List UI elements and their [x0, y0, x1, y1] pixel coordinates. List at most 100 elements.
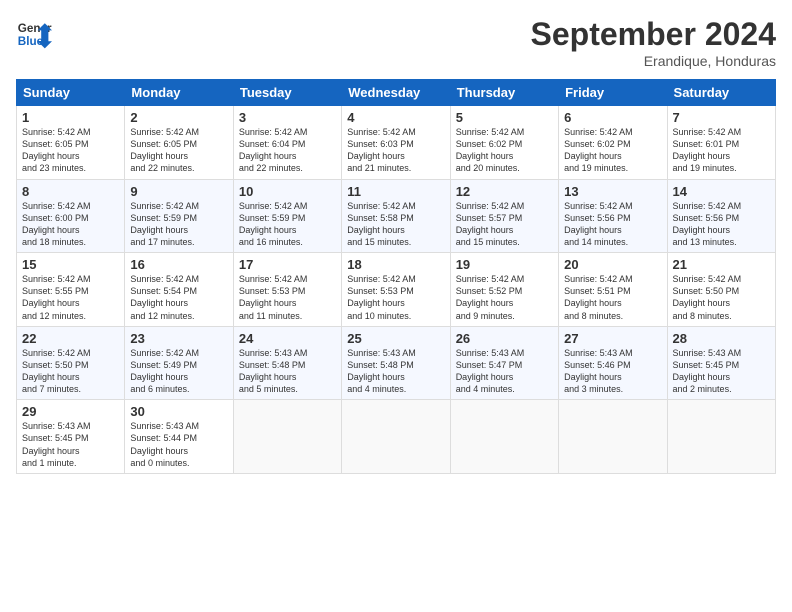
logo-icon: General Blue — [16, 16, 52, 52]
calendar-cell: 5 Sunrise: 5:42 AM Sunset: 6:02 PM Dayli… — [450, 106, 558, 180]
day-content: Sunrise: 5:43 AM Sunset: 5:48 PM Dayligh… — [239, 347, 336, 396]
day-content: Sunrise: 5:42 AM Sunset: 5:55 PM Dayligh… — [22, 273, 119, 322]
calendar-header: Sunday Monday Tuesday Wednesday Thursday… — [17, 80, 776, 106]
day-number: 8 — [22, 184, 119, 199]
calendar-cell: 16 Sunrise: 5:42 AM Sunset: 5:54 PM Dayl… — [125, 253, 233, 327]
month-title: September 2024 — [531, 16, 776, 53]
calendar-cell: 4 Sunrise: 5:42 AM Sunset: 6:03 PM Dayli… — [342, 106, 450, 180]
calendar-cell: 26 Sunrise: 5:43 AM Sunset: 5:47 PM Dayl… — [450, 326, 558, 400]
calendar-cell: 9 Sunrise: 5:42 AM Sunset: 5:59 PM Dayli… — [125, 179, 233, 253]
day-content: Sunrise: 5:42 AM Sunset: 6:00 PM Dayligh… — [22, 200, 119, 249]
day-number: 25 — [347, 331, 444, 346]
calendar-cell: 12 Sunrise: 5:42 AM Sunset: 5:57 PM Dayl… — [450, 179, 558, 253]
col-saturday: Saturday — [667, 80, 775, 106]
day-number: 13 — [564, 184, 661, 199]
calendar-cell: 10 Sunrise: 5:42 AM Sunset: 5:59 PM Dayl… — [233, 179, 341, 253]
day-number: 5 — [456, 110, 553, 125]
day-number: 1 — [22, 110, 119, 125]
calendar-cell: 13 Sunrise: 5:42 AM Sunset: 5:56 PM Dayl… — [559, 179, 667, 253]
day-number: 6 — [564, 110, 661, 125]
day-content: Sunrise: 5:42 AM Sunset: 6:03 PM Dayligh… — [347, 126, 444, 175]
calendar-week-4: 22 Sunrise: 5:42 AM Sunset: 5:50 PM Dayl… — [17, 326, 776, 400]
col-monday: Monday — [125, 80, 233, 106]
calendar-cell: 28 Sunrise: 5:43 AM Sunset: 5:45 PM Dayl… — [667, 326, 775, 400]
page-header: General Blue September 2024 Erandique, H… — [16, 16, 776, 69]
calendar-cell: 1 Sunrise: 5:42 AM Sunset: 6:05 PM Dayli… — [17, 106, 125, 180]
day-number: 2 — [130, 110, 227, 125]
day-number: 26 — [456, 331, 553, 346]
calendar-cell: 18 Sunrise: 5:42 AM Sunset: 5:53 PM Dayl… — [342, 253, 450, 327]
col-wednesday: Wednesday — [342, 80, 450, 106]
day-content: Sunrise: 5:43 AM Sunset: 5:48 PM Dayligh… — [347, 347, 444, 396]
day-number: 11 — [347, 184, 444, 199]
calendar-cell: 27 Sunrise: 5:43 AM Sunset: 5:46 PM Dayl… — [559, 326, 667, 400]
calendar-cell: 19 Sunrise: 5:42 AM Sunset: 5:52 PM Dayl… — [450, 253, 558, 327]
day-content: Sunrise: 5:42 AM Sunset: 5:53 PM Dayligh… — [347, 273, 444, 322]
calendar-cell: 25 Sunrise: 5:43 AM Sunset: 5:48 PM Dayl… — [342, 326, 450, 400]
calendar-cell: 17 Sunrise: 5:42 AM Sunset: 5:53 PM Dayl… — [233, 253, 341, 327]
day-number: 4 — [347, 110, 444, 125]
day-number: 30 — [130, 404, 227, 419]
day-number: 7 — [673, 110, 770, 125]
calendar-cell — [233, 400, 341, 474]
day-content: Sunrise: 5:42 AM Sunset: 6:01 PM Dayligh… — [673, 126, 770, 175]
calendar-cell — [342, 400, 450, 474]
day-number: 14 — [673, 184, 770, 199]
day-number: 23 — [130, 331, 227, 346]
location-subtitle: Erandique, Honduras — [531, 53, 776, 69]
day-number: 27 — [564, 331, 661, 346]
day-content: Sunrise: 5:42 AM Sunset: 5:49 PM Dayligh… — [130, 347, 227, 396]
calendar-cell — [450, 400, 558, 474]
day-number: 28 — [673, 331, 770, 346]
day-content: Sunrise: 5:42 AM Sunset: 5:59 PM Dayligh… — [130, 200, 227, 249]
header-row: Sunday Monday Tuesday Wednesday Thursday… — [17, 80, 776, 106]
calendar-cell — [559, 400, 667, 474]
col-thursday: Thursday — [450, 80, 558, 106]
day-content: Sunrise: 5:42 AM Sunset: 6:02 PM Dayligh… — [564, 126, 661, 175]
calendar-week-5: 29 Sunrise: 5:43 AM Sunset: 5:45 PM Dayl… — [17, 400, 776, 474]
calendar-cell: 15 Sunrise: 5:42 AM Sunset: 5:55 PM Dayl… — [17, 253, 125, 327]
day-content: Sunrise: 5:43 AM Sunset: 5:46 PM Dayligh… — [564, 347, 661, 396]
calendar-cell: 23 Sunrise: 5:42 AM Sunset: 5:49 PM Dayl… — [125, 326, 233, 400]
calendar-cell: 7 Sunrise: 5:42 AM Sunset: 6:01 PM Dayli… — [667, 106, 775, 180]
day-content: Sunrise: 5:42 AM Sunset: 5:53 PM Dayligh… — [239, 273, 336, 322]
day-number: 12 — [456, 184, 553, 199]
calendar-week-3: 15 Sunrise: 5:42 AM Sunset: 5:55 PM Dayl… — [17, 253, 776, 327]
calendar-table: Sunday Monday Tuesday Wednesday Thursday… — [16, 79, 776, 474]
logo: General Blue — [16, 16, 52, 52]
day-content: Sunrise: 5:42 AM Sunset: 6:04 PM Dayligh… — [239, 126, 336, 175]
day-content: Sunrise: 5:43 AM Sunset: 5:45 PM Dayligh… — [22, 420, 119, 469]
day-content: Sunrise: 5:42 AM Sunset: 5:59 PM Dayligh… — [239, 200, 336, 249]
day-number: 22 — [22, 331, 119, 346]
day-content: Sunrise: 5:42 AM Sunset: 5:57 PM Dayligh… — [456, 200, 553, 249]
calendar-cell: 8 Sunrise: 5:42 AM Sunset: 6:00 PM Dayli… — [17, 179, 125, 253]
calendar-cell: 3 Sunrise: 5:42 AM Sunset: 6:04 PM Dayli… — [233, 106, 341, 180]
day-number: 24 — [239, 331, 336, 346]
calendar-cell: 30 Sunrise: 5:43 AM Sunset: 5:44 PM Dayl… — [125, 400, 233, 474]
day-number: 20 — [564, 257, 661, 272]
day-content: Sunrise: 5:42 AM Sunset: 6:02 PM Dayligh… — [456, 126, 553, 175]
day-content: Sunrise: 5:42 AM Sunset: 5:50 PM Dayligh… — [22, 347, 119, 396]
day-content: Sunrise: 5:43 AM Sunset: 5:47 PM Dayligh… — [456, 347, 553, 396]
calendar-cell: 6 Sunrise: 5:42 AM Sunset: 6:02 PM Dayli… — [559, 106, 667, 180]
page-container: General Blue September 2024 Erandique, H… — [0, 0, 792, 482]
day-number: 18 — [347, 257, 444, 272]
day-content: Sunrise: 5:42 AM Sunset: 6:05 PM Dayligh… — [130, 126, 227, 175]
calendar-week-2: 8 Sunrise: 5:42 AM Sunset: 6:00 PM Dayli… — [17, 179, 776, 253]
calendar-cell: 11 Sunrise: 5:42 AM Sunset: 5:58 PM Dayl… — [342, 179, 450, 253]
calendar-week-1: 1 Sunrise: 5:42 AM Sunset: 6:05 PM Dayli… — [17, 106, 776, 180]
day-content: Sunrise: 5:42 AM Sunset: 6:05 PM Dayligh… — [22, 126, 119, 175]
calendar-cell: 21 Sunrise: 5:42 AM Sunset: 5:50 PM Dayl… — [667, 253, 775, 327]
day-number: 21 — [673, 257, 770, 272]
day-content: Sunrise: 5:42 AM Sunset: 5:52 PM Dayligh… — [456, 273, 553, 322]
col-sunday: Sunday — [17, 80, 125, 106]
calendar-cell: 2 Sunrise: 5:42 AM Sunset: 6:05 PM Dayli… — [125, 106, 233, 180]
calendar-cell: 22 Sunrise: 5:42 AM Sunset: 5:50 PM Dayl… — [17, 326, 125, 400]
calendar-cell: 14 Sunrise: 5:42 AM Sunset: 5:56 PM Dayl… — [667, 179, 775, 253]
day-content: Sunrise: 5:42 AM Sunset: 5:54 PM Dayligh… — [130, 273, 227, 322]
col-tuesday: Tuesday — [233, 80, 341, 106]
calendar-cell — [667, 400, 775, 474]
calendar-cell: 20 Sunrise: 5:42 AM Sunset: 5:51 PM Dayl… — [559, 253, 667, 327]
day-content: Sunrise: 5:42 AM Sunset: 5:50 PM Dayligh… — [673, 273, 770, 322]
day-number: 16 — [130, 257, 227, 272]
